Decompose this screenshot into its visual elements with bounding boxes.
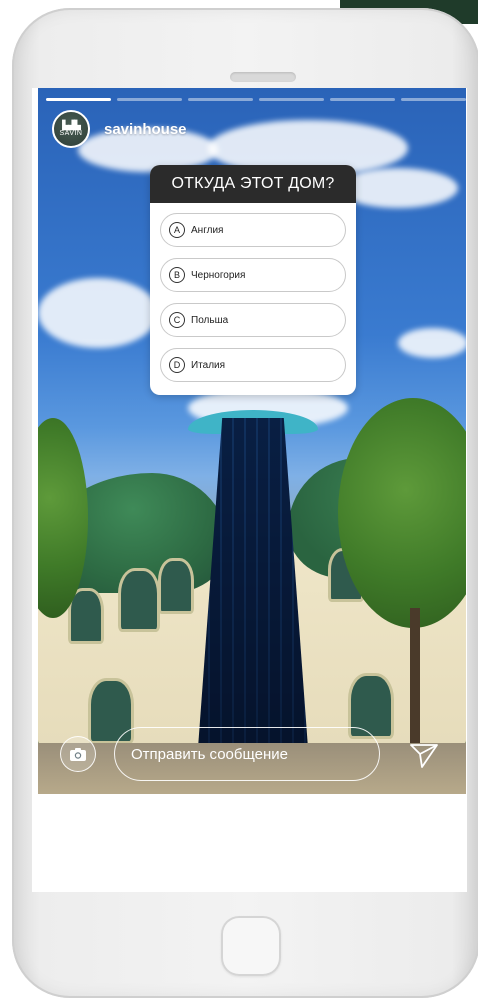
- progress-segment: [401, 98, 466, 101]
- quiz-option-b[interactable]: B Черногория: [160, 258, 346, 292]
- option-label: Италия: [191, 359, 226, 371]
- building-window: [118, 568, 160, 632]
- quiz-option-a[interactable]: A Англия: [160, 213, 346, 247]
- paper-plane-icon: [410, 744, 438, 768]
- quiz-question: ОТКУДА ЭТОТ ДОМ?: [150, 165, 356, 203]
- avatar-logo-text: SAVIN: [59, 129, 83, 137]
- option-letter: B: [169, 267, 185, 283]
- option-label: Англия: [191, 224, 224, 236]
- send-message-input[interactable]: Отправить сообщение: [114, 727, 380, 781]
- building-glass-tower: [198, 418, 308, 748]
- option-letter: D: [169, 357, 185, 373]
- progress-segment: [188, 98, 253, 101]
- camera-button[interactable]: [60, 736, 96, 772]
- phone-screen: ▙▟▙ SAVIN savinhouse ОТКУДА ЭТОТ ДОМ? A …: [32, 88, 467, 892]
- building-window: [158, 558, 194, 614]
- cloud: [38, 278, 158, 348]
- tree-trunk: [410, 608, 420, 758]
- quiz-option-d[interactable]: D Италия: [160, 348, 346, 382]
- quiz-option-c[interactable]: C Польша: [160, 303, 346, 337]
- phone-speaker: [230, 72, 296, 82]
- building-logo-icon: ▙▟▙: [62, 119, 81, 130]
- option-label: Черногория: [191, 269, 246, 281]
- option-letter: C: [169, 312, 185, 328]
- cloud: [338, 168, 458, 208]
- story-progress-bar: [46, 98, 466, 101]
- progress-segment: [259, 98, 324, 101]
- story-header: ▙▟▙ SAVIN savinhouse: [52, 110, 187, 148]
- option-label: Польша: [191, 314, 229, 326]
- send-button[interactable]: [408, 739, 440, 771]
- progress-segment: [117, 98, 182, 101]
- camera-icon: [70, 747, 86, 761]
- progress-segment: [46, 98, 111, 101]
- quiz-options: A Англия B Черногория C Польша D Италия: [150, 203, 356, 382]
- progress-segment: [330, 98, 395, 101]
- option-letter: A: [169, 222, 185, 238]
- account-avatar[interactable]: ▙▟▙ SAVIN: [52, 110, 90, 148]
- home-button[interactable]: [221, 916, 281, 976]
- cloud: [398, 328, 466, 358]
- quiz-sticker: ОТКУДА ЭТОТ ДОМ? A Англия B Черногория C…: [150, 165, 356, 395]
- story-view[interactable]: ▙▟▙ SAVIN savinhouse ОТКУДА ЭТОТ ДОМ? A …: [38, 88, 466, 794]
- account-username[interactable]: savinhouse: [104, 121, 187, 138]
